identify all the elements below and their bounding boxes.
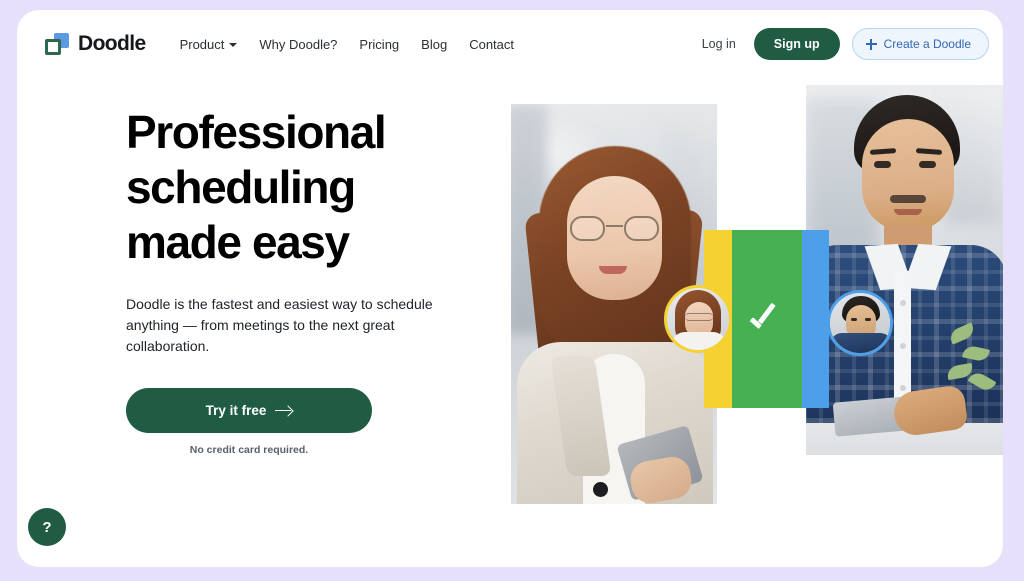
plant-leaf xyxy=(961,344,991,363)
no-credit-card-note: No credit card required. xyxy=(189,444,309,456)
avatar-woman xyxy=(664,285,732,353)
shirt-button xyxy=(900,385,906,391)
woman-bag-clasp xyxy=(593,482,608,497)
help-button[interactable]: ? xyxy=(28,508,66,546)
header-actions: Log in Sign up Create a Doodle xyxy=(696,28,989,60)
avatar-image xyxy=(667,288,729,350)
plant-leaf xyxy=(947,322,977,345)
logo-green-square xyxy=(45,39,61,55)
nav-item-label: Product xyxy=(179,36,225,52)
glasses-lens-left xyxy=(570,216,605,241)
create-a-doodle-button[interactable]: Create a Doodle xyxy=(851,28,989,60)
signup-button[interactable]: Sign up xyxy=(753,28,840,60)
shirt-button xyxy=(900,300,906,306)
main-navigation: Product Why Doodle? Pricing Blog Contact xyxy=(180,37,514,52)
avatar-body xyxy=(830,333,890,353)
plus-icon xyxy=(865,38,877,50)
shirt-button xyxy=(900,343,906,349)
man-moustache xyxy=(890,195,926,203)
office-plant xyxy=(945,317,1001,397)
brand-name: Doodle xyxy=(78,32,146,55)
nav-item-why-doodle[interactable]: Why Doodle? xyxy=(259,37,337,52)
glasses-lens-right xyxy=(624,216,659,241)
avatar-image xyxy=(830,293,890,353)
try-it-free-label: Try it free xyxy=(205,403,267,418)
nav-item-contact[interactable]: Contact xyxy=(469,37,514,52)
man-eye-right xyxy=(919,161,936,168)
arrow-right-icon xyxy=(275,406,292,416)
hero-photo-man xyxy=(806,85,1003,455)
avatar-body xyxy=(671,332,727,350)
plant-leaf xyxy=(967,369,997,394)
glasses-bridge xyxy=(606,225,623,227)
brand-logo-link[interactable]: Doodle xyxy=(45,32,146,56)
woman-mouth xyxy=(599,266,627,274)
woman-glasses-icon xyxy=(568,216,661,241)
chevron-down-icon xyxy=(229,43,238,47)
hero-text-block: Professional scheduling made easy Doodle… xyxy=(126,105,466,456)
bar-blue xyxy=(802,230,829,408)
avatar-glasses-icon xyxy=(685,313,713,321)
page-card: Doodle Product Why Doodle? Pricing Blog … xyxy=(17,10,1003,567)
man-eye-left xyxy=(874,161,891,168)
avatar-eye-left xyxy=(851,318,857,321)
page-title: Professional scheduling made easy xyxy=(126,106,387,268)
bar-green xyxy=(732,230,802,408)
nav-item-pricing[interactable]: Pricing xyxy=(359,37,399,52)
create-a-doodle-label: Create a Doodle xyxy=(883,37,971,51)
man-mouth xyxy=(894,209,922,215)
try-it-free-button[interactable]: Try it free xyxy=(126,388,372,433)
hero-subtitle: Doodle is the fastest and easiest way to… xyxy=(126,296,433,354)
check-icon xyxy=(751,307,782,327)
site-header: Doodle Product Why Doodle? Pricing Blog … xyxy=(17,10,1003,78)
avatar-man xyxy=(827,290,893,356)
doodle-logo-icon xyxy=(45,33,69,55)
nav-item-blog[interactable]: Blog xyxy=(421,37,447,52)
avatar-eye-right xyxy=(865,318,871,321)
login-link[interactable]: Log in xyxy=(696,33,742,55)
nav-item-product[interactable]: Product xyxy=(180,37,238,52)
